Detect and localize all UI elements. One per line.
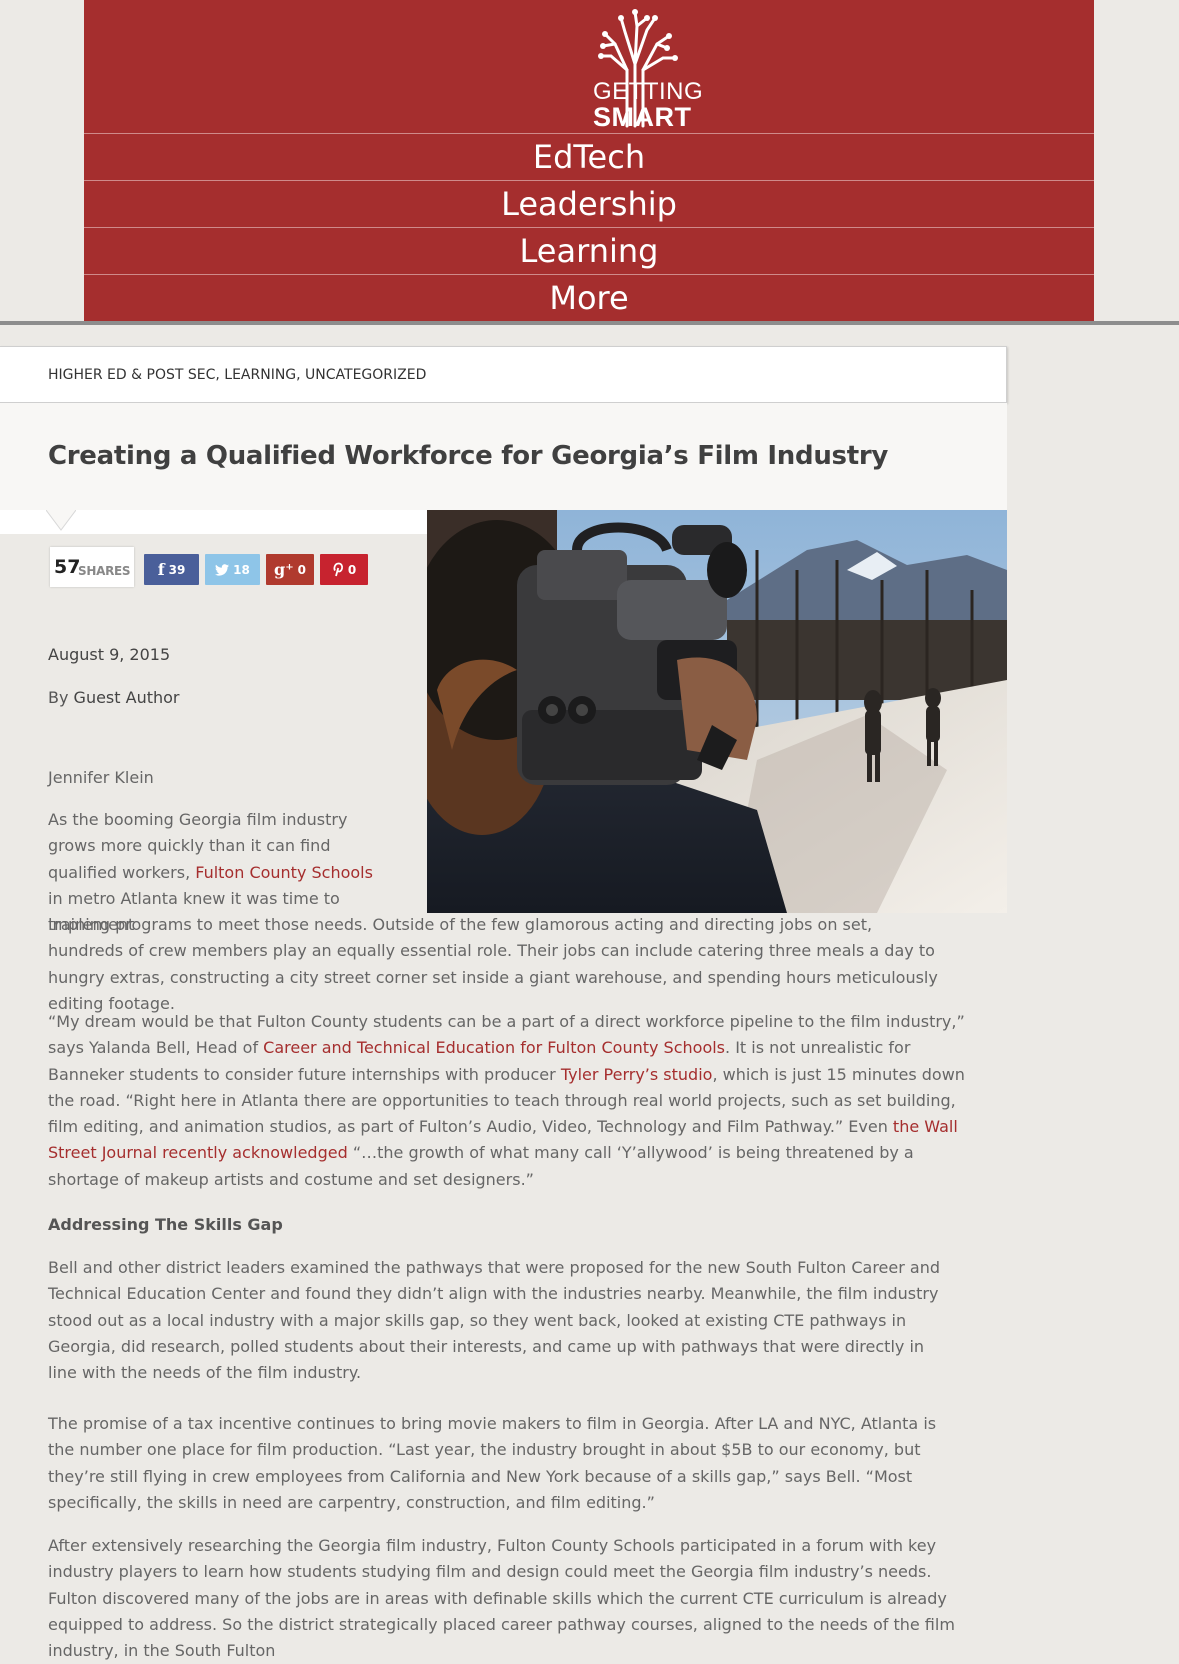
google-plus-count: 0 (297, 563, 306, 577)
share-total-label: SHARES (78, 564, 131, 578)
pinterest-icon (332, 554, 344, 585)
facebook-count: 39 (168, 563, 186, 577)
category-bar: HIGHER ED & POST SEC, LEARNING, UNCATEGO… (0, 346, 1007, 403)
cte-fulton-link[interactable]: Career and Technical Education for Fulto… (263, 1038, 725, 1057)
title-box: Creating a Qualified Workforce for Georg… (0, 403, 1007, 510)
category-separator: , (296, 367, 306, 383)
nav-item-edtech[interactable]: EdTech (84, 133, 1094, 180)
main-nav: EdTech Leadership Learning More (84, 133, 1094, 321)
paragraph-2: “My dream would be that Fulton County st… (48, 1009, 968, 1193)
facebook-icon: f (157, 560, 165, 579)
writer-name: Jennifer Klein (48, 768, 154, 787)
byline: By Guest Author (48, 688, 180, 707)
tyler-perry-studio-link[interactable]: Tyler Perry’s studio (561, 1065, 713, 1084)
category-link-learning[interactable]: LEARNING (224, 367, 296, 383)
getting-smart-logo[interactable]: GETTING SMART (507, 4, 703, 131)
site-header: GETTING SMART EdTech Leadership Learning… (84, 0, 1094, 321)
google-plus-share-button[interactable]: g⁺ 0 (266, 554, 314, 585)
twitter-count: 18 (233, 563, 250, 577)
pinterest-count: 0 (347, 563, 357, 577)
logo-line-2: SMART (593, 102, 692, 132)
pointer-notch-icon (46, 510, 76, 531)
nav-item-learning[interactable]: Learning (84, 227, 1094, 274)
category-separator: , (215, 367, 225, 383)
author-link[interactable]: Guest Author (74, 688, 180, 707)
twitter-share-button[interactable]: 18 (205, 554, 260, 585)
facebook-share-button[interactable]: f 39 (144, 554, 199, 585)
publish-date: August 9, 2015 (48, 645, 171, 664)
header-divider (0, 321, 1179, 325)
pinterest-share-button[interactable]: 0 (320, 554, 368, 585)
byline-prefix: By (48, 688, 69, 707)
article-title: Creating a Qualified Workforce for Georg… (48, 441, 889, 471)
paragraph-3: Bell and other district leaders examined… (48, 1258, 941, 1383)
section-heading: Addressing The Skills Gap (48, 1215, 283, 1234)
google-plus-icon: g⁺ (274, 560, 294, 579)
camera-operator-photo (427, 510, 1007, 913)
category-link-uncategorized[interactable]: UNCATEGORIZED (305, 367, 426, 383)
paragraph-5: After extensively researching the Georgi… (48, 1536, 955, 1661)
logo-line-1: GETTING (593, 78, 704, 105)
nav-item-leadership[interactable]: Leadership (84, 180, 1094, 227)
category-link-higher-ed[interactable]: HIGHER ED & POST SEC (48, 367, 215, 383)
share-count: 57 SHARES (50, 547, 134, 587)
paragraph-1-continued: training programs to meet those needs. O… (48, 915, 938, 1013)
hero-image (427, 510, 1007, 913)
share-total-number: 57 (54, 556, 81, 578)
nav-item-more[interactable]: More (84, 274, 1094, 321)
paragraph-4: The promise of a tax incentive continues… (48, 1414, 937, 1512)
fulton-county-schools-link[interactable]: Fulton County Schools (195, 863, 373, 882)
twitter-icon (215, 554, 230, 585)
category-list: HIGHER ED & POST SEC, LEARNING, UNCATEGO… (48, 367, 426, 383)
